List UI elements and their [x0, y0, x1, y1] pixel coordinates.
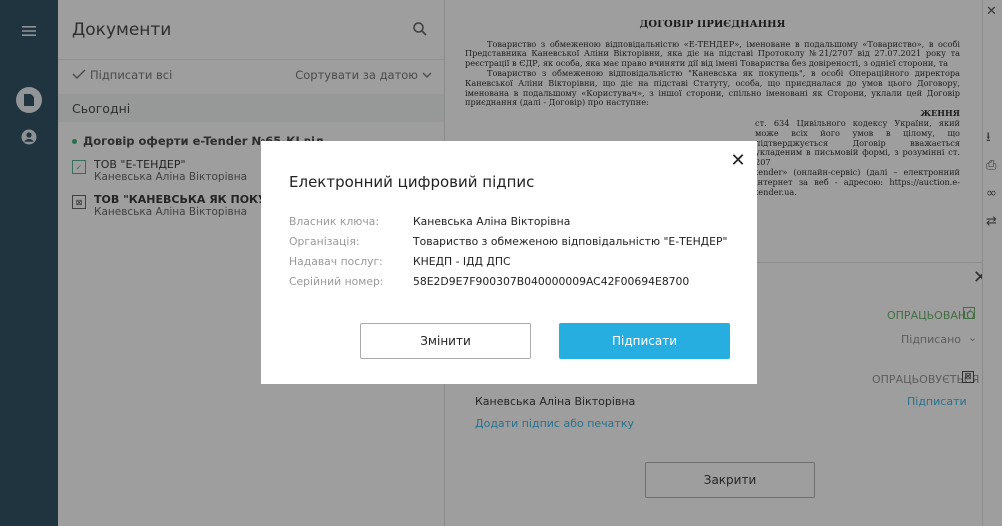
detail-value: Каневська Аліна Вікторівна — [413, 214, 571, 228]
detail-row-organization: Організація: Товариство з обмеженою відп… — [289, 231, 727, 251]
detail-row-key-owner: Власник ключа: Каневська Аліна Вікторівн… — [289, 211, 727, 231]
detail-row-provider: Надавач послуг: КНЕДП - ІДД ДПС — [289, 251, 727, 271]
dialog-title: Електронний цифровий підпис — [289, 173, 535, 191]
detail-label: Серійний номер: — [289, 274, 384, 288]
detail-label: Власник ключа: — [289, 214, 380, 228]
detail-value: 58E2D9E7F900307B040000009AC42F00694E8700 — [413, 274, 690, 288]
detail-label: Надавач послуг: — [289, 254, 383, 268]
certificate-details: Власник ключа: Каневська Аліна Вікторівн… — [289, 211, 727, 291]
detail-value: Товариство з обмеженою відповідальністю … — [413, 234, 728, 248]
change-button[interactable]: Змінити — [360, 323, 531, 359]
detail-row-serial: Серійний номер: 58E2D9E7F900307B04000000… — [289, 271, 727, 291]
detail-value: КНЕДП - ІДД ДПС — [413, 254, 511, 268]
sign-button[interactable]: Підписати — [559, 323, 730, 359]
detail-label: Організація: — [289, 234, 360, 248]
digital-signature-dialog: ✕ Електронний цифровий підпис Власник кл… — [261, 141, 757, 384]
close-icon[interactable]: ✕ — [729, 150, 747, 171]
